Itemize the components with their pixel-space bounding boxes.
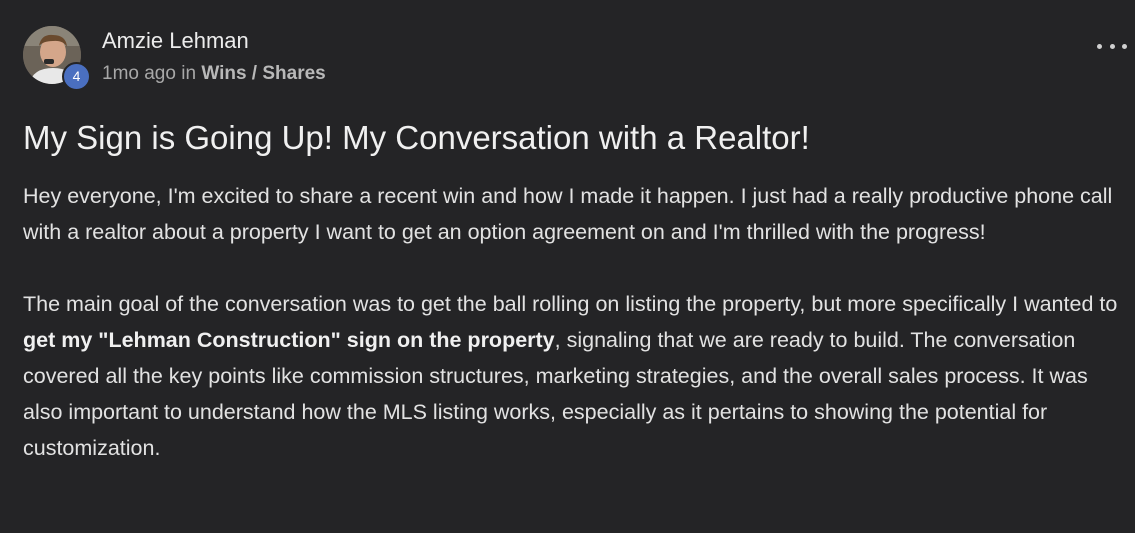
more-dot (1109, 43, 1115, 49)
post-in-label: in (181, 63, 197, 84)
more-dot (1097, 43, 1102, 49)
post-category-link[interactable]: Wins / Shares (201, 63, 325, 84)
more-dot (1122, 43, 1127, 49)
post-paragraph-1: Hey everyone, I'm excited to share a rec… (23, 184, 1113, 244)
more-horizontal-icon[interactable] (1097, 36, 1127, 56)
level-badge: 4 (62, 62, 91, 91)
author-name[interactable]: Amzie Lehman (102, 27, 326, 55)
post-header: 4 Amzie Lehman 1mo ago in Wins / Shares (23, 26, 326, 91)
post-paragraph-2: The main goal of the conversation was to… (23, 286, 1118, 466)
post-card: 4 Amzie Lehman 1mo ago in Wins / Shares … (0, 0, 1135, 533)
post-title: My Sign is Going Up! My Conversation wit… (23, 119, 810, 156)
post-time: 1mo ago (102, 63, 176, 84)
paragraph-2-bold-text: get my "Lehman Construction" sign on the… (23, 328, 555, 352)
post-meta: 1mo ago in Wins / Shares (102, 62, 326, 86)
avatar-wrapper[interactable]: 4 (23, 26, 91, 91)
paragraph-2-text-before: The main goal of the conversation was to… (23, 292, 1118, 316)
post-body: Hey everyone, I'm excited to share a rec… (23, 178, 1118, 466)
author-info: Amzie Lehman 1mo ago in Wins / Shares (102, 27, 326, 86)
